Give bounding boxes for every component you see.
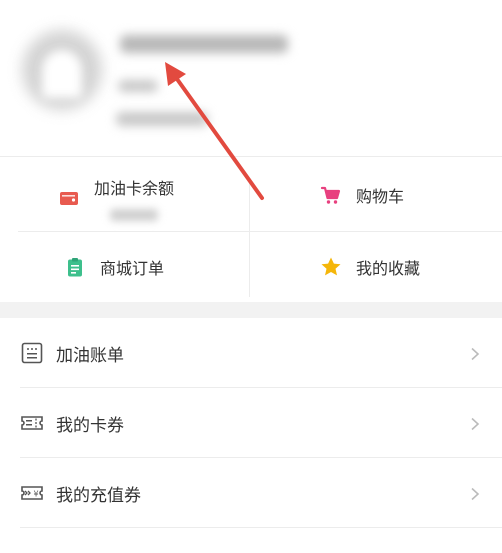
bill-icon [20,341,44,365]
favorites-label: 我的收藏 [356,259,421,278]
svg-text:¥: ¥ [33,490,38,499]
menu-item-recharge-vouchers[interactable]: ¥ 我的充值券 [0,458,502,528]
wallet-card-icon [58,187,80,209]
menu-item-label: 加油账单 [56,345,124,366]
mall-orders-label: 商城订单 [100,259,165,278]
ticket-icon [20,411,44,435]
profile-header[interactable] [0,0,502,156]
username-redacted [120,35,288,53]
shopping-cart-label: 购物车 [356,187,405,206]
menu-item-my-coupons[interactable]: 我的卡券 [0,388,502,458]
chevron-right-icon [468,486,482,501]
mall-orders-button[interactable]: 商城订单 [64,255,164,279]
fuel-card-balance-button[interactable]: 加油卡余额 [58,175,174,221]
user-id-redacted [116,112,208,126]
cart-icon [320,184,342,206]
avatar-silhouette [42,50,82,98]
grid-divider-horizontal [18,231,502,232]
user-level-redacted [118,80,158,92]
menu-list: 加油账单 我的卡券 ¥ 我的充值券 [0,318,502,553]
chevron-right-icon [468,346,482,361]
balance-amount-redacted [110,209,158,221]
quick-actions-grid: 加油卡余额 购物车 商城订单 我的收藏 [0,156,502,302]
star-icon [320,256,342,278]
chevron-right-icon [468,416,482,431]
clipboard-icon [64,256,86,278]
menu-item-fuel-bill[interactable]: 加油账单 [0,318,502,388]
favorites-button[interactable]: 我的收藏 [320,255,420,279]
row-divider [20,527,502,528]
menu-item-label: 我的充值券 [56,485,141,506]
menu-item-label: 我的卡券 [56,415,124,436]
grid-divider-vertical [249,179,250,297]
fuel-card-balance-label: 加油卡余额 [94,179,175,198]
shopping-cart-button[interactable]: 购物车 [320,183,404,207]
voucher-icon: ¥ [20,481,44,505]
